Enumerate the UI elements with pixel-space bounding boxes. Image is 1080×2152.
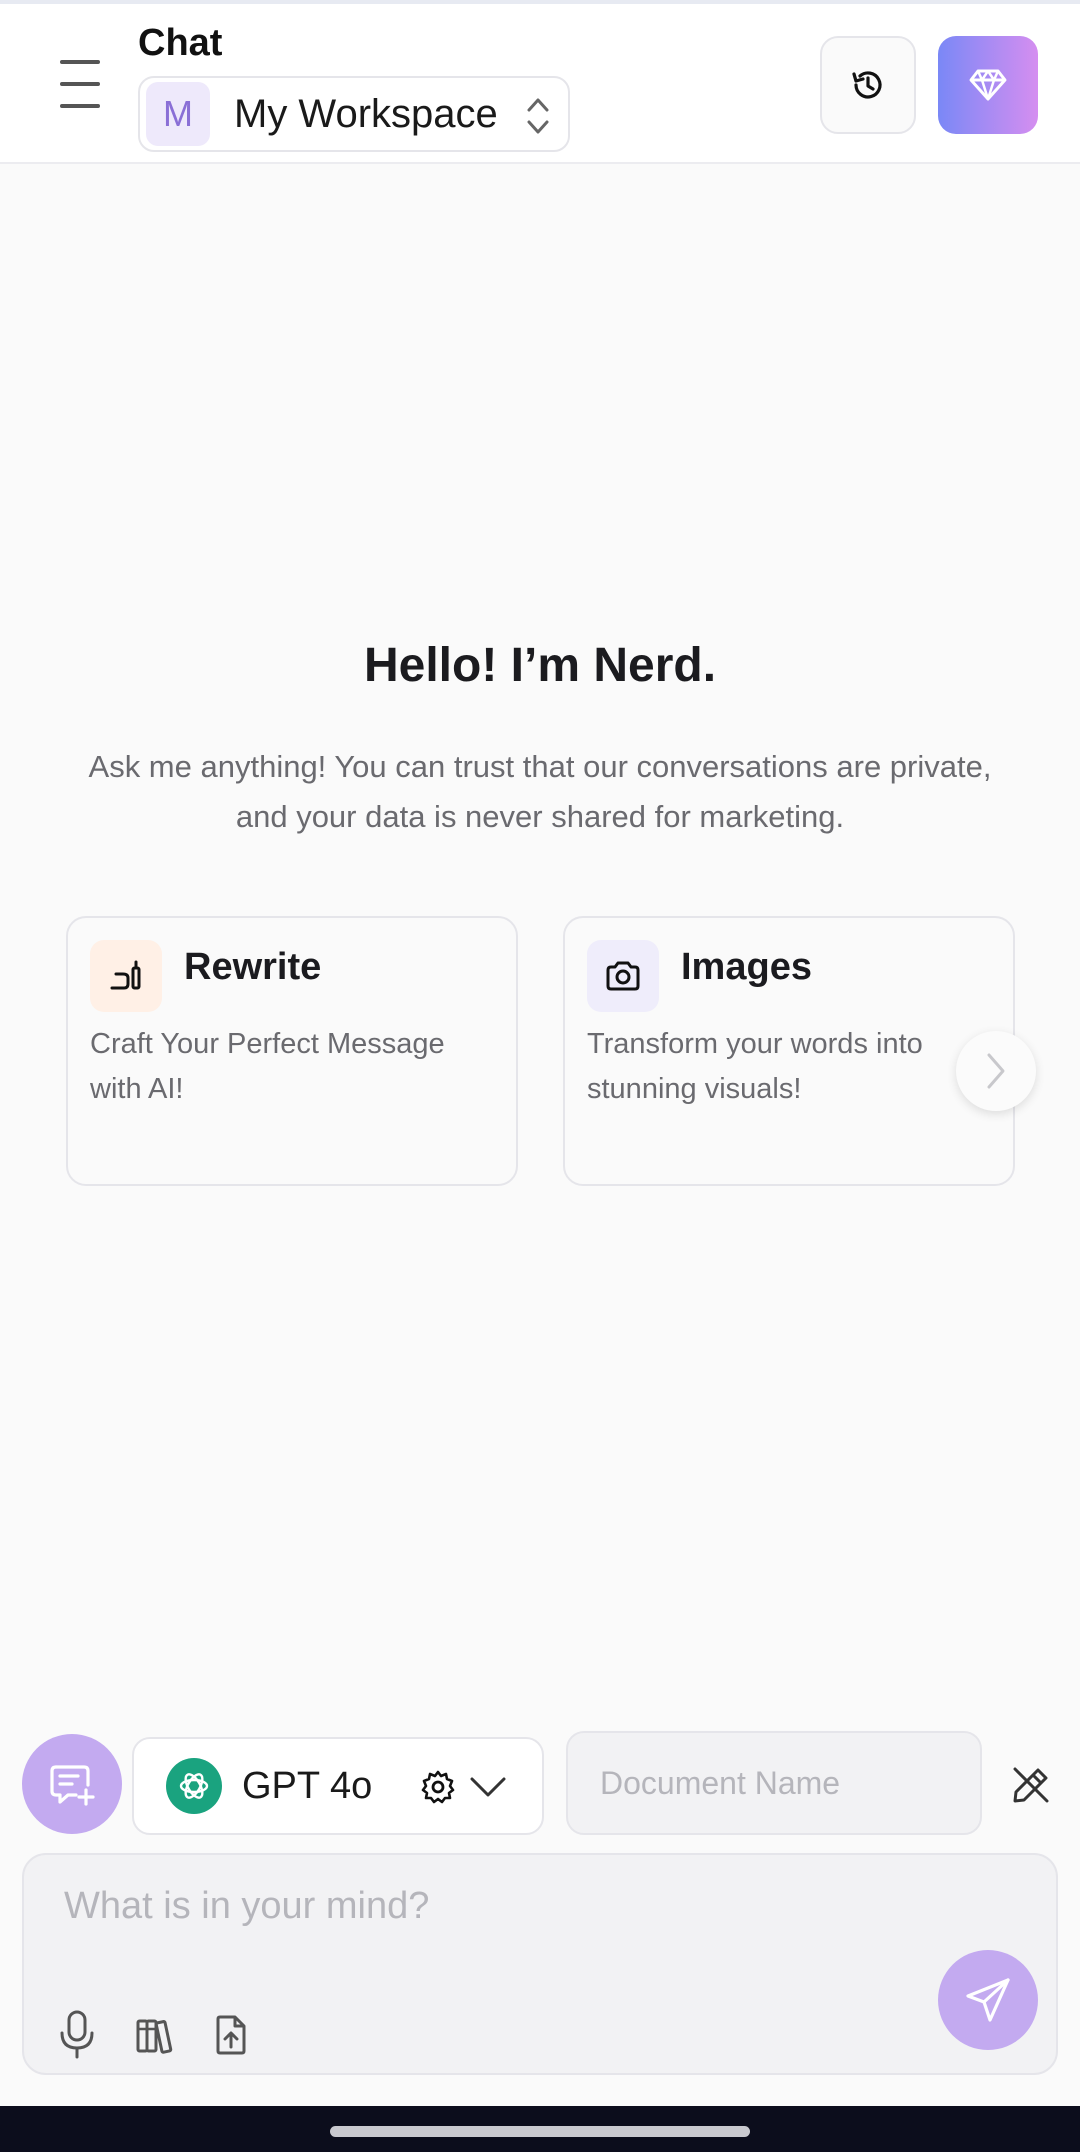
message-input[interactable]	[64, 1885, 924, 1955]
chat-plus-icon	[50, 1765, 95, 1806]
document-name-input[interactable]	[566, 1731, 982, 1835]
message-composer	[22, 1853, 1058, 2075]
camera-icon	[587, 940, 659, 1012]
chevron-up-down-icon	[527, 98, 549, 134]
diamond-icon	[969, 69, 1007, 101]
greeting-title: Hello! I’m Nerd.	[363, 639, 717, 692]
rewrite-card[interactable]: Rewrite Craft Your Perfect Message with …	[66, 916, 518, 1186]
library-icon	[136, 2019, 173, 2054]
rewrite-icon	[90, 940, 162, 1012]
system-navigation-bar	[0, 2106, 1080, 2152]
model-name: GPT 4o	[242, 1764, 373, 1807]
app-header: Chat M My Workspace	[0, 0, 1080, 164]
premium-button[interactable]	[938, 36, 1038, 134]
microphone-button[interactable]	[52, 2007, 102, 2063]
chevron-right-icon	[987, 1053, 1005, 1089]
pencil-off-icon	[1013, 1767, 1049, 1803]
upload-file-button[interactable]	[206, 2007, 256, 2063]
history-button[interactable]	[820, 36, 916, 134]
greeting-subtitle: Ask me anything! You can trust that our …	[88, 749, 992, 834]
send-button[interactable]	[938, 1950, 1038, 2050]
card-title: Rewrite	[184, 946, 322, 988]
workspace-name: My Workspace	[234, 91, 498, 136]
carousel-next-button[interactable]	[956, 1031, 1036, 1111]
new-chat-button[interactable]	[22, 1734, 122, 1834]
chevron-down-icon	[470, 1777, 506, 1797]
send-icon	[966, 1978, 1010, 2022]
history-icon	[852, 71, 882, 99]
pencil-off-button[interactable]	[1006, 1760, 1056, 1810]
hamburger-menu-icon[interactable]	[52, 60, 108, 108]
card-description: Craft Your Perfect Message with AI!	[90, 1028, 445, 1105]
card-description: Transform your words into stunning visua…	[587, 1028, 923, 1105]
card-title: Images	[681, 946, 812, 988]
model-selector[interactable]: GPT 4o	[132, 1737, 544, 1835]
gear-icon[interactable]	[420, 1769, 456, 1805]
workspace-avatar: M	[146, 82, 210, 146]
page-title: Chat	[138, 22, 223, 64]
library-button[interactable]	[130, 2007, 180, 2063]
workspace-selector[interactable]: M My Workspace	[138, 76, 570, 152]
home-indicator[interactable]	[330, 2126, 750, 2137]
file-upload-icon	[216, 2015, 246, 2055]
openai-logo-icon	[166, 1758, 222, 1814]
images-card[interactable]: Images Transform your words into stunnin…	[563, 916, 1015, 1186]
chat-screen: Chat M My Workspace Hello! I’m Nerd. Ask…	[0, 0, 1080, 2152]
microphone-icon	[60, 2010, 94, 2059]
